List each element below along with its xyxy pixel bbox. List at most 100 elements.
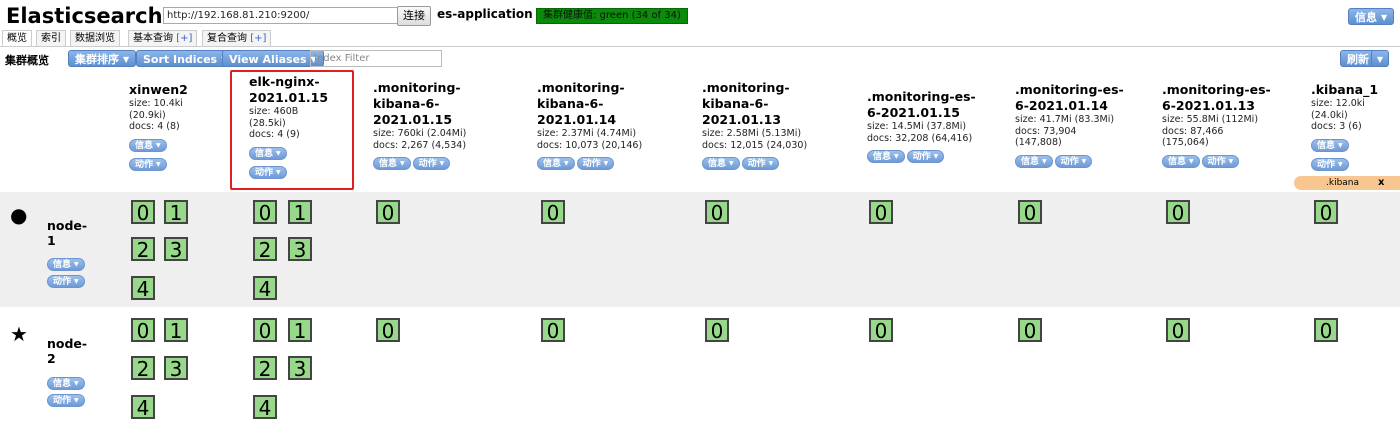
index-info-button[interactable]: 信息 ▼ — [129, 138, 167, 152]
shard[interactable]: 0 — [1166, 318, 1190, 342]
shard[interactable]: 4 — [253, 395, 277, 419]
cluster-health-badge: 集群健康值: green (34 of 34) — [536, 8, 688, 24]
node-name: node- 2 — [47, 336, 88, 366]
shard[interactable]: 1 — [164, 318, 188, 342]
shard[interactable]: 0 — [1018, 318, 1042, 342]
chevron-down-icon: ▼ — [1381, 13, 1388, 22]
shard[interactable]: 0 — [541, 200, 565, 224]
connect-button[interactable]: 连接 — [397, 6, 431, 26]
shard[interactable]: 0 — [1314, 200, 1338, 224]
shard[interactable]: 0 — [869, 200, 893, 224]
index-action-button[interactable]: 动作 ▼ — [741, 157, 780, 170]
shard[interactable]: 0 — [253, 200, 277, 224]
shard[interactable]: 2 — [253, 237, 277, 261]
shard[interactable]: 0 — [376, 200, 400, 224]
index-info-button[interactable]: 信息 ▼ — [867, 150, 905, 163]
shard[interactable]: 0 — [376, 318, 400, 342]
shard[interactable]: 2 — [131, 237, 155, 261]
shard[interactable]: 2 — [131, 356, 155, 380]
index-name: .monitoring- kibana-6- 2021.01.15 — [373, 80, 461, 127]
index-action-button[interactable]: 动作 ▼ — [1054, 154, 1093, 168]
index-stats: size: 14.5Mi (37.8Mi) docs: 32,208 (64,4… — [867, 121, 973, 144]
index-info-button[interactable]: 信息 ▼ — [1162, 154, 1200, 168]
chevron-down-icon: ▼ — [439, 160, 445, 167]
tab-browser[interactable]: 数据浏览 — [70, 30, 120, 46]
index-action-button[interactable]: 动作 ▼ — [906, 150, 945, 163]
close-icon[interactable]: x — [1378, 176, 1384, 190]
tab-label: 索引 — [41, 33, 61, 44]
view-aliases-button[interactable]: View Aliases ▼ — [222, 50, 324, 67]
chevron-down-icon: ▼ — [1189, 157, 1194, 165]
shard[interactable]: 0 — [131, 318, 155, 342]
index-info-button[interactable]: 信息 ▼ — [1015, 154, 1053, 168]
pill-label: 信息 — [1317, 140, 1336, 151]
index-stats: size: 2.58Mi (5.13Mi) docs: 12,015 (24,0… — [702, 128, 808, 151]
info-menu-button[interactable]: 信息 ▼ — [1348, 8, 1395, 25]
url-input[interactable]: http://192.168.81.210:9200/ — [163, 7, 399, 24]
index-stats: size: 2.37Mi (4.74Mi) docs: 10,073 (20,1… — [537, 128, 643, 151]
tab-compound-query[interactable]: 复合查询 [+] — [202, 30, 272, 46]
shard[interactable]: 1 — [288, 200, 312, 224]
shard[interactable]: 1 — [288, 318, 312, 342]
shard[interactable]: 0 — [131, 200, 155, 224]
shard[interactable]: 0 — [869, 318, 893, 342]
refresh-options-button[interactable]: ▼ — [1371, 50, 1389, 67]
shard[interactable]: 4 — [131, 276, 155, 300]
node-action-button[interactable]: 动作 ▼ — [47, 275, 85, 288]
pill-label: 信息 — [873, 152, 892, 162]
shard[interactable]: 0 — [1314, 318, 1338, 342]
shard[interactable]: 1 — [164, 200, 188, 224]
index-info-button[interactable]: 信息 ▼ — [702, 157, 740, 170]
shard[interactable]: 3 — [164, 237, 188, 261]
node-row — [0, 310, 1400, 428]
index-action-button[interactable]: 动作 ▼ — [1201, 154, 1240, 168]
tab-overview[interactable]: 概览 — [2, 30, 32, 46]
index-header-monitoring-es-0113: .monitoring-es- 6-2021.01.13 size: 55.8M… — [1162, 82, 1271, 168]
index-action-button[interactable]: 动作 ▼ — [412, 157, 451, 170]
chevron-down-icon: ▼ — [156, 141, 161, 149]
cluster-sort-button[interactable]: 集群排序 ▼ — [68, 50, 137, 67]
index-filter-input[interactable]: Index Filter — [310, 50, 442, 67]
alias-tag[interactable]: .kibana x — [1294, 176, 1400, 190]
tab-basic-query[interactable]: 基本查询 [+] — [128, 30, 198, 46]
shard[interactable]: 0 — [541, 318, 565, 342]
index-info-button[interactable]: 信息 ▼ — [537, 157, 575, 170]
chevron-down-icon: ▼ — [74, 278, 79, 285]
chevron-down-icon: ▼ — [1338, 160, 1343, 168]
overview-heading: 集群概览 — [5, 54, 49, 67]
shard[interactable]: 0 — [1018, 200, 1042, 224]
shard[interactable]: 4 — [131, 395, 155, 419]
chevron-down-icon: ▼ — [156, 160, 161, 168]
shard[interactable]: 3 — [288, 356, 312, 380]
shard[interactable]: 0 — [1166, 200, 1190, 224]
cluster-name: es-application — [437, 7, 533, 21]
index-header-xinwen2: xinwen2 size: 10.4ki (20.9ki) docs: 4 (8… — [129, 82, 188, 171]
shard[interactable]: 0 — [253, 318, 277, 342]
index-name: .monitoring-es- 6-2021.01.15 — [867, 89, 976, 120]
shard[interactable]: 0 — [705, 200, 729, 224]
chevron-down-icon: ▼ — [400, 160, 405, 167]
pill-label: 动作 — [1317, 159, 1336, 170]
shard[interactable]: 3 — [164, 356, 188, 380]
chevron-down-icon: ▼ — [1376, 55, 1384, 64]
shard[interactable]: 3 — [288, 237, 312, 261]
index-action-button[interactable]: 动作 ▼ — [1311, 157, 1349, 171]
tab-add[interactable]: [+] — [176, 33, 192, 44]
tab-add[interactable]: [+] — [250, 33, 266, 44]
tab-label: 概览 — [7, 33, 27, 44]
tab-label: 基本查询 — [133, 33, 173, 44]
node-action-button[interactable]: 动作 ▼ — [47, 394, 85, 407]
index-info-button[interactable]: 信息 ▼ — [373, 157, 411, 170]
circle-icon: ● — [10, 203, 28, 227]
sort-indices-button[interactable]: Sort Indices▼ — [136, 50, 235, 67]
shard[interactable]: 2 — [253, 356, 277, 380]
alias-name: .kibana — [1326, 178, 1360, 188]
shard[interactable]: 0 — [705, 318, 729, 342]
index-action-button[interactable]: 动作 ▼ — [129, 157, 167, 171]
chevron-down-icon: ▼ — [74, 380, 79, 387]
shard[interactable]: 4 — [253, 276, 277, 300]
index-info-button[interactable]: 信息 ▼ — [1311, 138, 1349, 152]
tab-indices[interactable]: 索引 — [36, 30, 66, 46]
index-action-button[interactable]: 动作 ▼ — [576, 157, 615, 170]
pill-label: 信息 — [135, 140, 154, 151]
